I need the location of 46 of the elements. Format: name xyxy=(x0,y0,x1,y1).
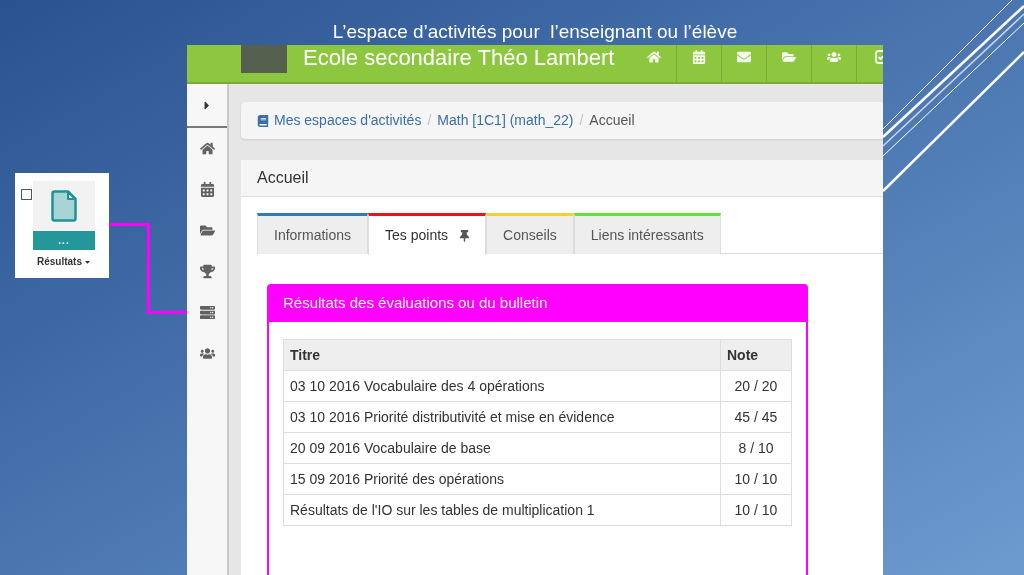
table-cell: 20 / 20 xyxy=(720,370,792,402)
breadcrumb-link[interactable]: Math [1C1] (math_22) xyxy=(437,110,574,131)
photo-placeholder xyxy=(241,45,287,73)
breadcrumb-current: Accueil xyxy=(589,111,635,130)
checkbox[interactable] xyxy=(21,189,32,200)
envelope-icon xyxy=(737,50,751,64)
check-square-icon xyxy=(875,50,883,64)
more-button[interactable]: ... xyxy=(33,231,95,250)
users-icon xyxy=(199,346,215,361)
table-cell: 03 10 2016 Priorité distributivité et mise en évidence xyxy=(283,401,721,433)
breadcrumb-link[interactable]: Mes espaces d'activités xyxy=(274,110,422,131)
table-cell: 10 / 10 xyxy=(720,463,792,495)
column-header: Titre xyxy=(283,339,721,371)
school-name: Ecole secondaire Théo Lambert xyxy=(303,45,615,71)
column-header: Note xyxy=(720,339,792,371)
panel-title: Accueil xyxy=(241,160,883,197)
table-cell: 20 09 2016 Vocabulaire de base xyxy=(283,432,721,464)
file-label[interactable]: Résultats xyxy=(37,256,82,268)
panel-header: Résultats des évaluations ou du bulletin xyxy=(267,284,808,322)
tab[interactable]: Tes points xyxy=(368,213,487,255)
table-cell: 03 10 2016 Vocabulaire des 4 opérations xyxy=(283,370,721,402)
table-cell: 15 09 2016 Priorité des opérations xyxy=(283,463,721,495)
stacked-bars-icon xyxy=(199,305,215,320)
users-icon xyxy=(827,50,841,64)
table-cell: 45 / 45 xyxy=(720,401,792,433)
folder-icon xyxy=(782,50,796,64)
table-cell: 8 / 10 xyxy=(720,432,792,464)
breadcrumb-separator: / xyxy=(426,111,433,130)
folder-icon xyxy=(199,223,215,238)
tab[interactable]: Informations xyxy=(257,213,369,254)
breadcrumb-separator: / xyxy=(578,111,585,130)
file-tile[interactable] xyxy=(33,181,95,231)
table-cell: 10 / 10 xyxy=(720,494,792,526)
calendar-icon xyxy=(692,50,706,64)
table-cell: Résultats de l'IO sur les tables de multiplication 1 xyxy=(283,494,721,526)
home-icon xyxy=(199,141,215,156)
file-icon xyxy=(51,190,77,222)
nav-button[interactable] xyxy=(856,45,883,82)
slide-title: L’espace d’activités pour l’enseignant ou l’élève xyxy=(332,21,738,43)
tab[interactable]: Conseils xyxy=(486,213,574,254)
caret-icon xyxy=(84,258,91,266)
book-icon xyxy=(257,114,269,127)
home-icon xyxy=(646,50,661,64)
trophy-icon xyxy=(199,264,215,279)
calendar-icon xyxy=(199,182,215,197)
tab[interactable]: Liens intéressants xyxy=(573,213,721,254)
